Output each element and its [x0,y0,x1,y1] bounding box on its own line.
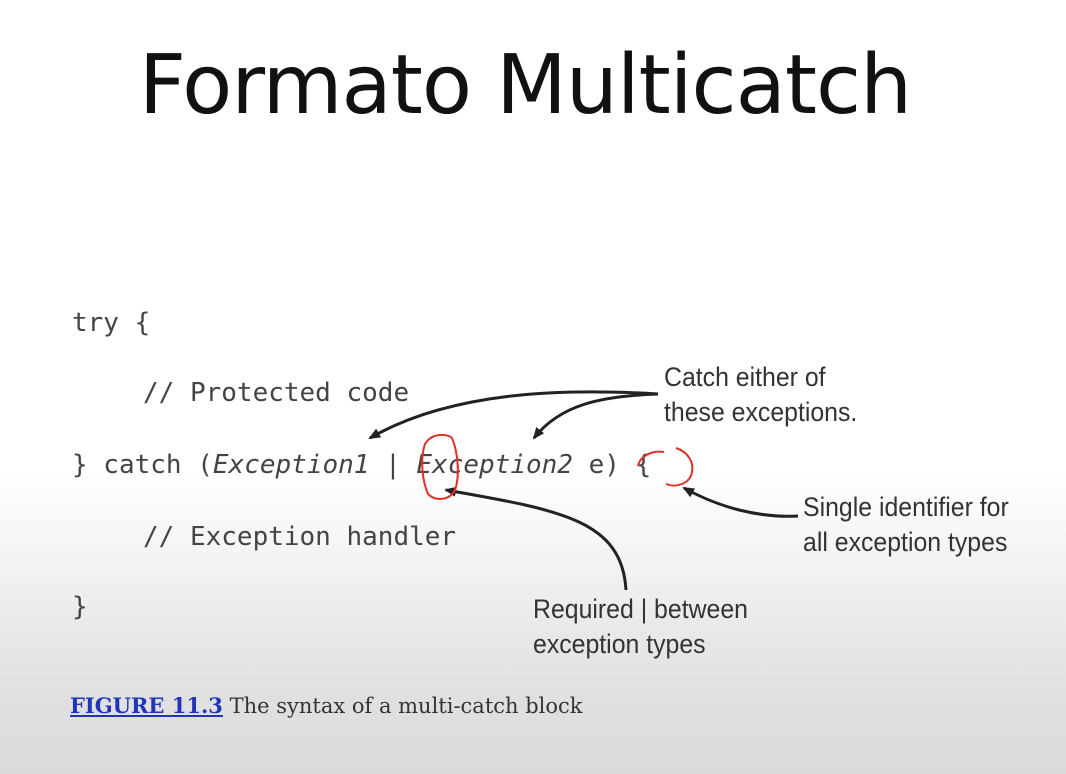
figure-caption-text: The syntax of a multi-catch block [222,694,583,718]
red-circle-identifier [637,447,694,487]
arrow-to-identifier [682,486,799,518]
slide: Formato Multicatch try { // Protected co… [0,0,1066,774]
arrow-to-pipe [444,486,628,591]
figure-caption: FIGURE 11.3 The syntax of a multi-catch … [70,693,583,718]
arrow-to-exception2 [532,392,659,440]
annotation-arrows [368,390,799,591]
red-circle-pipe [421,433,459,500]
figure-link[interactable]: FIGURE 11.3 [70,693,223,718]
